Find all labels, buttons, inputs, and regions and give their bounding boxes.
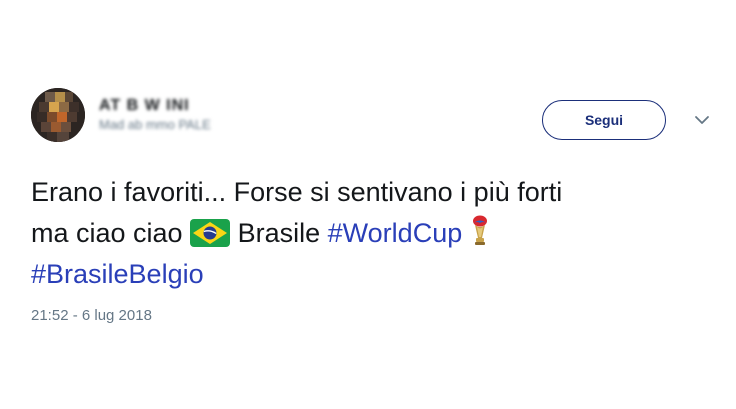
tweet-text-segment: ma ciao ciao xyxy=(31,218,183,248)
tweet-line-3: #BrasileBelgio xyxy=(31,254,691,295)
tweet-line-1: Erano i favoriti... Forse si sentivano i… xyxy=(31,177,563,207)
world-cup-trophy-icon xyxy=(470,215,490,259)
tweet-timestamp[interactable]: 21:52 - 6 lug 2018 xyxy=(31,306,152,326)
brazil-flag-icon xyxy=(190,218,231,259)
chevron-down-icon[interactable] xyxy=(692,110,712,130)
user-handle[interactable]: Mad ab mmo PALE xyxy=(99,116,269,134)
tweet-text-segment: Brasile xyxy=(237,218,321,248)
user-meta[interactable]: AT B W INI Mad ab mmo PALE xyxy=(99,96,269,136)
follow-button[interactable]: Segui xyxy=(542,100,666,140)
tweet-text: Erano i favoriti... Forse si sentivano i… xyxy=(31,172,691,295)
hashtag-link[interactable]: #WorldCup xyxy=(328,218,463,248)
tweet-line-2: ma ciao ciao Brasile #WorldCup xyxy=(31,213,691,254)
tweet-card: AT B W INI Mad ab mmo PALE Segui Erano i… xyxy=(0,0,736,409)
avatar-image xyxy=(31,88,85,142)
tweet-header: AT B W INI Mad ab mmo PALE Segui xyxy=(31,88,716,148)
avatar[interactable] xyxy=(31,88,85,142)
display-name[interactable]: AT B W INI xyxy=(99,96,269,116)
hashtag-link[interactable]: #BrasileBelgio xyxy=(31,259,204,289)
